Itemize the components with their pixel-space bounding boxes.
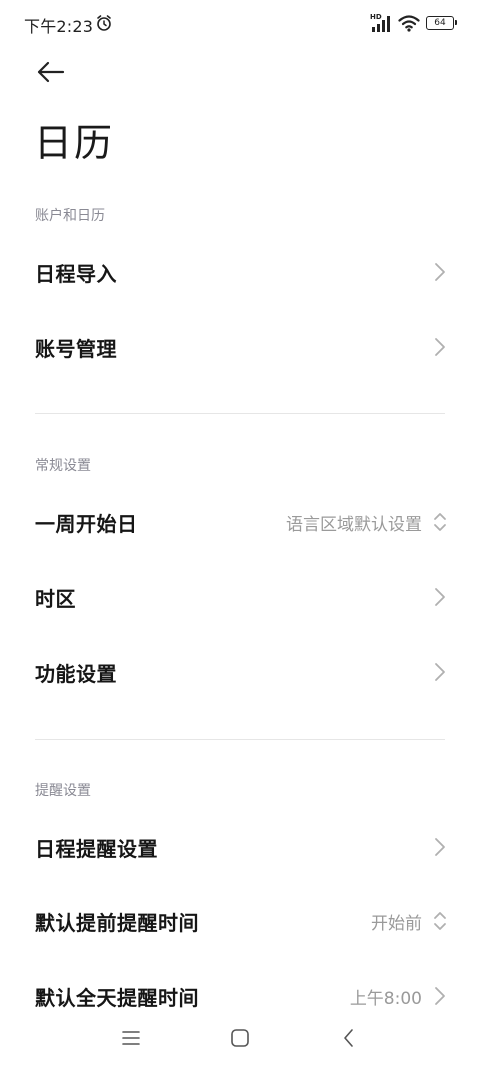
section-header-reminders: 提醒设置 — [35, 783, 91, 799]
home-icon — [231, 1029, 249, 1047]
row-schedule-import[interactable]: 日程导入 — [0, 238, 480, 306]
battery-icon: 64 — [426, 16, 457, 30]
row-account-management[interactable]: 账号管理 — [0, 313, 480, 381]
row-label: 功能设置 — [35, 661, 117, 686]
row-label: 一周开始日 — [35, 511, 138, 536]
nav-menu-button[interactable] — [117, 1026, 145, 1050]
status-time: 下午2:23 — [24, 17, 94, 36]
nav-back-button[interactable] — [335, 1026, 363, 1050]
unfold-icon — [434, 513, 446, 531]
chevron-right-icon — [435, 838, 445, 856]
chevron-right-icon — [435, 338, 445, 356]
back-icon — [344, 1029, 353, 1047]
section-header-general: 常规设置 — [35, 458, 91, 474]
status-icons: HD 64 — [370, 12, 457, 34]
row-label: 时区 — [35, 586, 76, 611]
cellular-signal-icon: HD — [370, 13, 392, 33]
row-label: 账号管理 — [35, 336, 117, 361]
row-label: 日程导入 — [35, 261, 117, 286]
row-label: 默认提前提醒时间 — [35, 910, 199, 935]
chevron-right-icon — [435, 987, 445, 1005]
row-feature-settings[interactable]: 功能设置 — [0, 638, 480, 706]
row-week-start-day[interactable]: 一周开始日 语言区域默认设置 — [0, 488, 480, 556]
row-value: 语言区域默认设置 — [286, 514, 422, 535]
section-divider — [35, 413, 445, 414]
nav-home-button[interactable] — [226, 1026, 254, 1050]
wifi-icon — [398, 15, 420, 32]
battery-level: 64 — [434, 17, 446, 28]
chevron-right-icon — [435, 263, 445, 281]
row-label: 默认全天提醒时间 — [35, 985, 199, 1010]
back-button[interactable] — [30, 54, 70, 90]
row-value: 上午8:00 — [349, 988, 422, 1009]
section-header-accounts: 账户和日历 — [35, 208, 105, 224]
page-title: 日历 — [34, 121, 115, 165]
navigation-bar — [0, 1010, 480, 1067]
row-value: 开始前 — [371, 913, 422, 934]
arrow-left-icon — [37, 61, 65, 83]
menu-icon — [122, 1031, 140, 1045]
chevron-right-icon — [435, 588, 445, 606]
unfold-icon — [434, 912, 446, 930]
row-default-advance-reminder[interactable]: 默认提前提醒时间 开始前 — [0, 887, 480, 955]
row-timezone[interactable]: 时区 — [0, 563, 480, 631]
status-bar: 下午2:23 HD 64 — [0, 0, 480, 46]
section-divider — [35, 739, 445, 740]
row-label: 日程提醒设置 — [35, 836, 158, 861]
chevron-right-icon — [435, 663, 445, 681]
row-schedule-reminder-settings[interactable]: 日程提醒设置 — [0, 813, 480, 881]
alarm-clock-icon — [97, 15, 111, 31]
